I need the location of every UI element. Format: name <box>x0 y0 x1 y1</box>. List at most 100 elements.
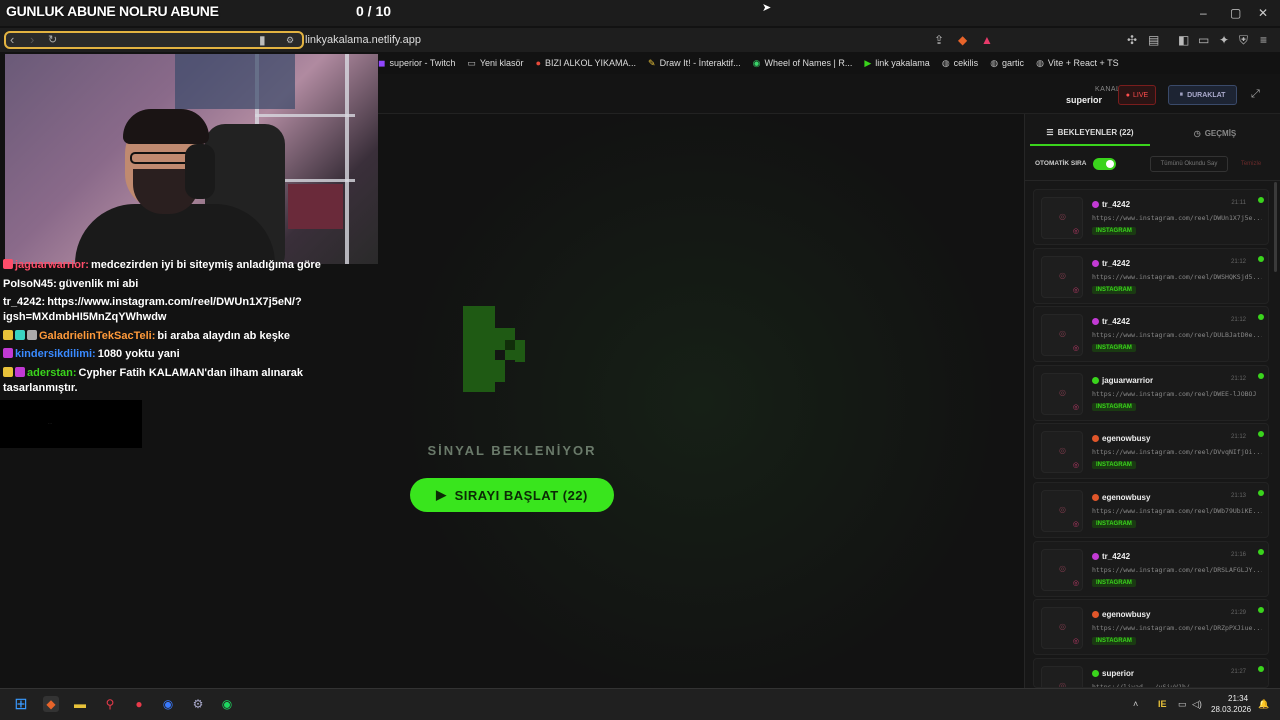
volume-icon[interactable]: ◁) <box>1192 699 1202 710</box>
queue-link[interactable]: https://www.instagram.com/reel/DWSHQKSjd… <box>1092 273 1262 281</box>
clock-time[interactable]: 21:34 <box>1228 694 1248 703</box>
menu-icon[interactable]: ≡ <box>1260 33 1267 47</box>
chat-text: 1080 yoktu yani <box>97 348 180 360</box>
bookmark-yeni-klasor[interactable]: ▭ Yeni klasör <box>467 55 523 71</box>
back-icon[interactable]: ‹ <box>10 32 14 47</box>
sidebar-icon[interactable]: ◧ <box>1178 33 1189 47</box>
pause-icon: ⏸ <box>1179 91 1184 98</box>
platform-badge: INSTAGRAM <box>1092 637 1136 646</box>
online-dot-icon <box>1258 490 1264 496</box>
queue-user: egenowbusy <box>1092 434 1150 443</box>
chat-badge-icon <box>3 348 13 358</box>
tab-waiting[interactable]: ☰ BEKLEYENLER (22) <box>1030 120 1150 146</box>
chat-message: jaguarwarrior: medcezirden iyi bi siteymi… <box>3 258 373 273</box>
link-thumbnail: ◎◎ <box>1041 490 1083 532</box>
vpn-icon[interactable]: ⛨ <box>1239 33 1248 48</box>
tab-search-icon[interactable]: ▤ <box>1148 33 1159 47</box>
instagram-icon: ◎ <box>1059 563 1066 573</box>
queue-item[interactable]: ◎ ◎ egenowbusy 21:13 https://www.instagram.c… <box>1033 482 1269 538</box>
platform-badge: INSTAGRAM <box>1092 402 1136 411</box>
bookmark-draw-it[interactable]: ✎ Draw It! - İnteraktif... <box>648 55 741 71</box>
brave-browser-icon[interactable]: ◆ <box>43 696 59 712</box>
cursor-icon: ➤ <box>762 2 772 14</box>
mark-all-read-button[interactable]: Tümünü Okundu Say <box>1150 156 1228 172</box>
app-logo-icon <box>463 306 525 392</box>
online-dot-icon <box>1258 372 1264 379</box>
queue-link[interactable]: https://www.instagram.com/reel/DWEE-lJOB… <box>1092 390 1262 398</box>
queue-item[interactable]: ◎ ◎ tr_4242 21:11 https://www.instagram.com/… <box>1033 189 1269 245</box>
reload-icon[interactable]: ↻ <box>48 33 57 46</box>
bookmark-wheel-of-names[interactable]: ◉ Wheel of Names | R... <box>753 55 853 71</box>
link-thumbnail: ◎◎ <box>1041 314 1083 357</box>
app-red-icon[interactable]: ● <box>131 696 147 712</box>
wallet-icon[interactable]: ▭ <box>1198 33 1209 47</box>
minimize-button[interactable]: – <box>1200 6 1207 20</box>
clear-button[interactable]: Temizle <box>1236 156 1266 172</box>
tray-expand-icon[interactable]: ˄ <box>1133 699 1138 709</box>
queue-item[interactable]: ◎ ◎ tr_4242 21:16 https://www.instagram.com/… <box>1033 540 1269 597</box>
online-dot-icon <box>1258 548 1264 555</box>
queue-link[interactable]: https://www.instagram.com/reel/DULBJatD0… <box>1092 331 1262 339</box>
bookmark-link-yakalama[interactable]: ▶ link yakalama <box>864 55 929 71</box>
bookmark-cekilis[interactable]: ◍ cekilis <box>942 55 978 71</box>
queue-item[interactable]: ◎ ◎ egenowbusy 21:29 https://www.instagram.c… <box>1033 599 1269 656</box>
wheel-icon: ◉ <box>752 57 761 68</box>
rewards-icon[interactable]: ▲ <box>981 33 993 47</box>
tab-history[interactable]: ◷ GEÇMİŞ <box>1160 120 1270 146</box>
close-button[interactable]: ✕ <box>1258 6 1268 20</box>
network-icon[interactable]: ▭ <box>1178 699 1187 710</box>
user-badge-icon <box>1092 552 1099 560</box>
steam-icon[interactable]: ⚙ <box>190 696 206 712</box>
queue-item[interactable]: ◎ ◎ tr_4242 21:12 https://www.instagram.com/… <box>1033 247 1269 304</box>
clock-date[interactable]: 28.03.2026 <box>1211 705 1251 714</box>
instagram-icon: ◎ <box>1059 680 1066 688</box>
external-link-icon[interactable]: ⤢ <box>1251 88 1260 101</box>
queue-user: jaguarwarrior <box>1092 376 1153 385</box>
brave-shield-icon[interactable]: ◆ <box>958 33 967 47</box>
queue-item[interactable]: ◎ ◎ jaguarwarrior 21:12 https://www.instagra… <box>1033 364 1269 421</box>
extensions-icon[interactable]: ✣ <box>1127 33 1137 47</box>
file-explorer-icon[interactable]: ▬ <box>72 696 88 712</box>
live-button[interactable]: ● LIVE <box>1118 85 1156 105</box>
bookmark-icon[interactable]: ▮ <box>259 33 266 47</box>
windows-start-icon[interactable]: ⊞ <box>13 696 29 713</box>
globe-icon: ◍ <box>941 57 950 68</box>
site-icon: ● <box>535 58 541 68</box>
app-blue-icon[interactable]: ◉ <box>160 696 176 712</box>
bookmark-superior-twitch[interactable]: ◼ superior - Twitch <box>378 55 455 71</box>
bookmark-vite[interactable]: ◍ Vite + React + TS <box>1036 55 1119 71</box>
panel-scrollbar[interactable] <box>1274 182 1277 272</box>
play-icon: ▶ <box>864 57 872 68</box>
queue-item[interactable]: ◎ ◎ tr_4242 21:12 https://www.instagram.com/… <box>1033 306 1269 363</box>
chat-message: GaladrielinTekSacTeli: bi araba alaydın a… <box>3 329 373 344</box>
queue-time: 21:12 <box>1230 434 1246 441</box>
link-thumbnail: ◎◎ <box>1041 431 1083 474</box>
restore-button[interactable]: ▢ <box>1230 6 1241 20</box>
queue-link[interactable]: https://www.instagram.com/reel/DRSLAFGLJ… <box>1092 566 1262 574</box>
site-info-icon[interactable]: ⚙ <box>286 35 294 46</box>
queue-link[interactable]: https://www.instagram.com/reel/DRZpPXJiu… <box>1092 624 1262 632</box>
queue-link[interactable]: https://www.instagram.com/reel/DVvqNIfjO… <box>1092 448 1262 456</box>
maps-pin-icon[interactable]: ⚲ <box>102 696 118 712</box>
tray-app-icon[interactable]: IE <box>1158 699 1167 709</box>
queue-item[interactable]: ◎ ◎ egenowbusy 21:12 https://www.instagram.c… <box>1033 423 1269 480</box>
auto-queue-toggle[interactable] <box>1093 158 1116 170</box>
bookmark-bizi-alkol[interactable]: ● BIZI ALKOL YIKAMA... <box>536 55 636 71</box>
queue-user: tr_4242 <box>1092 200 1130 209</box>
queue-link[interactable]: https://www.instagram.com/reel/DWUn1X7j5… <box>1092 214 1262 222</box>
url-text[interactable]: linkyakalama.netlify.app <box>305 34 421 46</box>
notification-icon[interactable]: 🔔 <box>1258 699 1269 710</box>
share-icon[interactable]: ⇪ <box>934 33 944 47</box>
instagram-icon: ◎ <box>1059 622 1066 632</box>
leo-icon[interactable]: ✦ <box>1219 33 1229 47</box>
bookmark-gartic[interactable]: ◍ gartic <box>990 55 1024 71</box>
pause-button[interactable]: ⏸ DURAKLAT <box>1168 85 1237 105</box>
platform-badge: INSTAGRAM <box>1092 520 1136 528</box>
user-badge-icon <box>1092 201 1099 208</box>
chat-message: aderstan: Cypher Fatih KALAMAN'dan ilham … <box>3 366 373 396</box>
start-queue-button[interactable]: ▶ SIRAYI BAŞLAT (22) <box>410 478 614 512</box>
queue-item[interactable]: ◎◎superior21:27https://livad.../ySjuV1h/ <box>1033 657 1269 688</box>
forward-icon[interactable]: › <box>30 32 34 47</box>
queue-link[interactable]: https://www.instagram.com/reel/DWb79UbiK… <box>1092 507 1262 515</box>
spotify-icon[interactable]: ◉ <box>219 696 235 712</box>
